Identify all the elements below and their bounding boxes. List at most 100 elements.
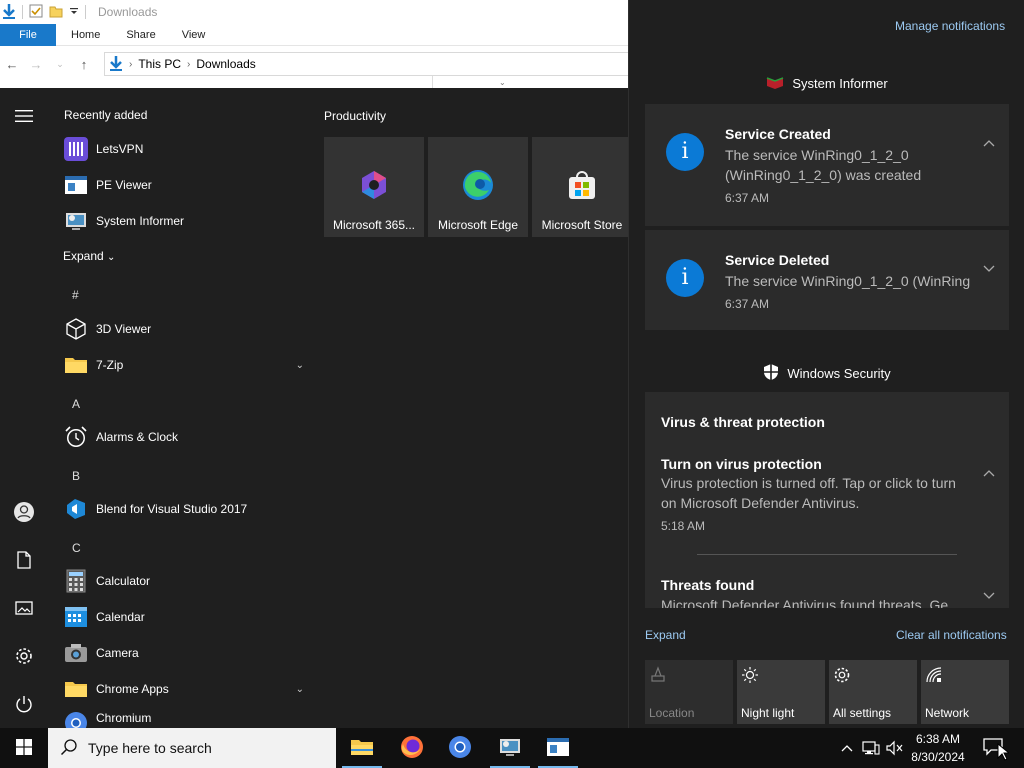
power-icon[interactable]	[12, 692, 36, 716]
pe-viewer-icon	[546, 737, 570, 760]
section-letter-a[interactable]: A	[72, 397, 80, 411]
tab-home[interactable]: Home	[56, 24, 113, 46]
app-pe-viewer[interactable]: PE Viewer	[64, 167, 304, 203]
folder-icon	[64, 353, 88, 377]
app-label: Calendar	[96, 610, 145, 624]
pe-viewer-icon	[64, 173, 88, 197]
tab-file[interactable]: File	[0, 24, 56, 46]
breadcrumb-downloads[interactable]: Downloads	[196, 57, 255, 71]
blend-icon	[64, 497, 88, 521]
notification-time: 6:37 AM	[725, 297, 770, 311]
app-calendar[interactable]: Calendar	[64, 599, 304, 635]
search-placeholder: Type here to search	[88, 740, 212, 756]
chevron-up-icon[interactable]	[983, 136, 995, 150]
tile-microsoft-edge[interactable]: Microsoft Edge	[428, 137, 528, 237]
chevron-up-icon[interactable]	[983, 466, 995, 480]
app-alarms-clock[interactable]: Alarms & Clock	[64, 419, 304, 455]
app-label: 3D Viewer	[96, 322, 152, 336]
app-7zip[interactable]: 7-Zip ⌄	[64, 347, 304, 383]
notification-card[interactable]: i Service Created The service WinRing0_1…	[645, 104, 1009, 226]
pictures-icon[interactable]	[12, 596, 36, 620]
security-notification-group[interactable]: Virus & threat protection Turn on virus …	[645, 392, 1009, 608]
taskbar-clock[interactable]: 6:38 AM 8/30/2024	[906, 730, 970, 766]
quick-action-all-settings[interactable]: All settings	[829, 660, 917, 724]
back-arrow-icon[interactable]: ←	[0, 57, 24, 72]
taskbar-chromium[interactable]	[436, 728, 484, 768]
app-label: Calculator	[96, 574, 151, 588]
expand-recent-button[interactable]: Expand ⌄	[63, 249, 115, 263]
expand-quick-actions-link[interactable]: Expand	[645, 628, 686, 642]
app-camera[interactable]: Camera	[64, 635, 304, 671]
section-letter-b[interactable]: B	[72, 469, 80, 483]
folder-icon	[350, 737, 374, 760]
quick-action-network[interactable]: Network	[921, 660, 1009, 724]
volume-muted-icon[interactable]	[884, 728, 906, 768]
app-chrome-apps[interactable]: Chrome Apps ⌄	[64, 671, 304, 707]
taskbar-firefox[interactable]	[388, 728, 436, 768]
source-name: Windows Security	[787, 366, 891, 381]
download-arrow-icon[interactable]	[2, 3, 16, 22]
taskbar-pe-viewer[interactable]	[534, 728, 582, 768]
calculator-icon	[64, 569, 88, 593]
app-label: Chrome Apps	[96, 682, 169, 696]
hamburger-menu-icon[interactable]	[12, 104, 36, 128]
tile-microsoft-365[interactable]: Microsoft 365...	[324, 137, 424, 237]
quick-action-label: Network	[925, 706, 970, 720]
chevron-down-icon[interactable]	[983, 262, 995, 276]
quick-action-night-light[interactable]: Night light	[737, 660, 825, 724]
file-explorer-window: Downloads File Home Share View ← → ⌄ ↑ ›…	[0, 0, 628, 88]
up-arrow-icon[interactable]: ↑	[72, 57, 96, 72]
app-label: Camera	[96, 646, 139, 660]
tile-microsoft-store[interactable]: Microsoft Store	[532, 137, 632, 237]
quick-action-location[interactable]: Location	[645, 660, 733, 724]
recent-locations-chevron-icon[interactable]: ⌄	[48, 59, 72, 70]
app-blend[interactable]: Blend for Visual Studio 2017	[64, 491, 304, 527]
chevron-down-icon[interactable]	[983, 589, 995, 603]
firefox-icon	[400, 735, 424, 762]
notification-source-header: Windows Security	[629, 363, 1024, 384]
customize-toolbar-icon[interactable]	[69, 5, 79, 19]
network-icon	[925, 666, 945, 686]
notification-time: 5:18 AM	[661, 519, 706, 533]
taskbar-file-explorer[interactable]	[338, 728, 386, 768]
folder-icon	[64, 677, 88, 701]
start-button[interactable]	[0, 728, 48, 768]
documents-icon[interactable]	[12, 548, 36, 572]
network-wired-icon[interactable]	[860, 728, 882, 768]
app-letsvpn[interactable]: LetsVPN	[64, 131, 304, 167]
divider	[697, 554, 957, 555]
app-label: LetsVPN	[96, 142, 144, 156]
calendar-icon	[64, 605, 88, 629]
group-title: Virus & threat protection	[661, 414, 825, 430]
app-calculator[interactable]: Calculator	[64, 563, 304, 599]
tab-share[interactable]: Share	[113, 24, 168, 46]
address-bar[interactable]: › This PC › Downloads	[104, 52, 628, 76]
start-menu: Recently added LetsVPN PE Viewer System …	[0, 88, 632, 728]
app-3d-viewer[interactable]: 3D Viewer	[64, 311, 304, 347]
settings-gear-icon[interactable]	[12, 644, 36, 668]
navigation-bar: ← → ⌄ ↑ › This PC › Downloads	[0, 52, 628, 76]
tab-view[interactable]: View	[169, 24, 219, 46]
ribbon-tabs: File Home Share View	[0, 24, 628, 46]
chevron-down-icon[interactable]: ⌄	[296, 360, 304, 371]
section-letter-hash[interactable]: #	[72, 288, 79, 302]
new-folder-icon[interactable]	[49, 4, 63, 21]
properties-icon[interactable]	[29, 4, 43, 21]
forward-arrow-icon[interactable]: →	[24, 57, 48, 72]
taskbar-search-box[interactable]: Type here to search	[48, 728, 336, 768]
edge-icon	[462, 169, 494, 201]
app-chromium[interactable]: Chromium	[64, 707, 304, 728]
show-hidden-icons-chevron-icon[interactable]	[838, 728, 856, 768]
notification-body: Microsoft Defender Antivirus found threa…	[661, 597, 949, 608]
manage-notifications-link[interactable]: Manage notifications	[895, 19, 1005, 33]
user-avatar-icon[interactable]	[12, 500, 36, 524]
chevron-down-icon[interactable]: ⌄	[296, 684, 304, 695]
brightness-icon	[741, 666, 761, 686]
notification-card[interactable]: i Service Deleted The service WinRing0_1…	[645, 230, 1009, 330]
section-letter-c[interactable]: C	[72, 541, 81, 555]
clear-all-notifications-link[interactable]: Clear all notifications	[896, 628, 1007, 642]
app-system-informer[interactable]: System Informer	[64, 203, 304, 239]
breadcrumb-this-pc[interactable]: This PC	[138, 57, 181, 71]
taskbar-system-informer[interactable]	[486, 728, 534, 768]
info-icon: i	[666, 133, 704, 171]
